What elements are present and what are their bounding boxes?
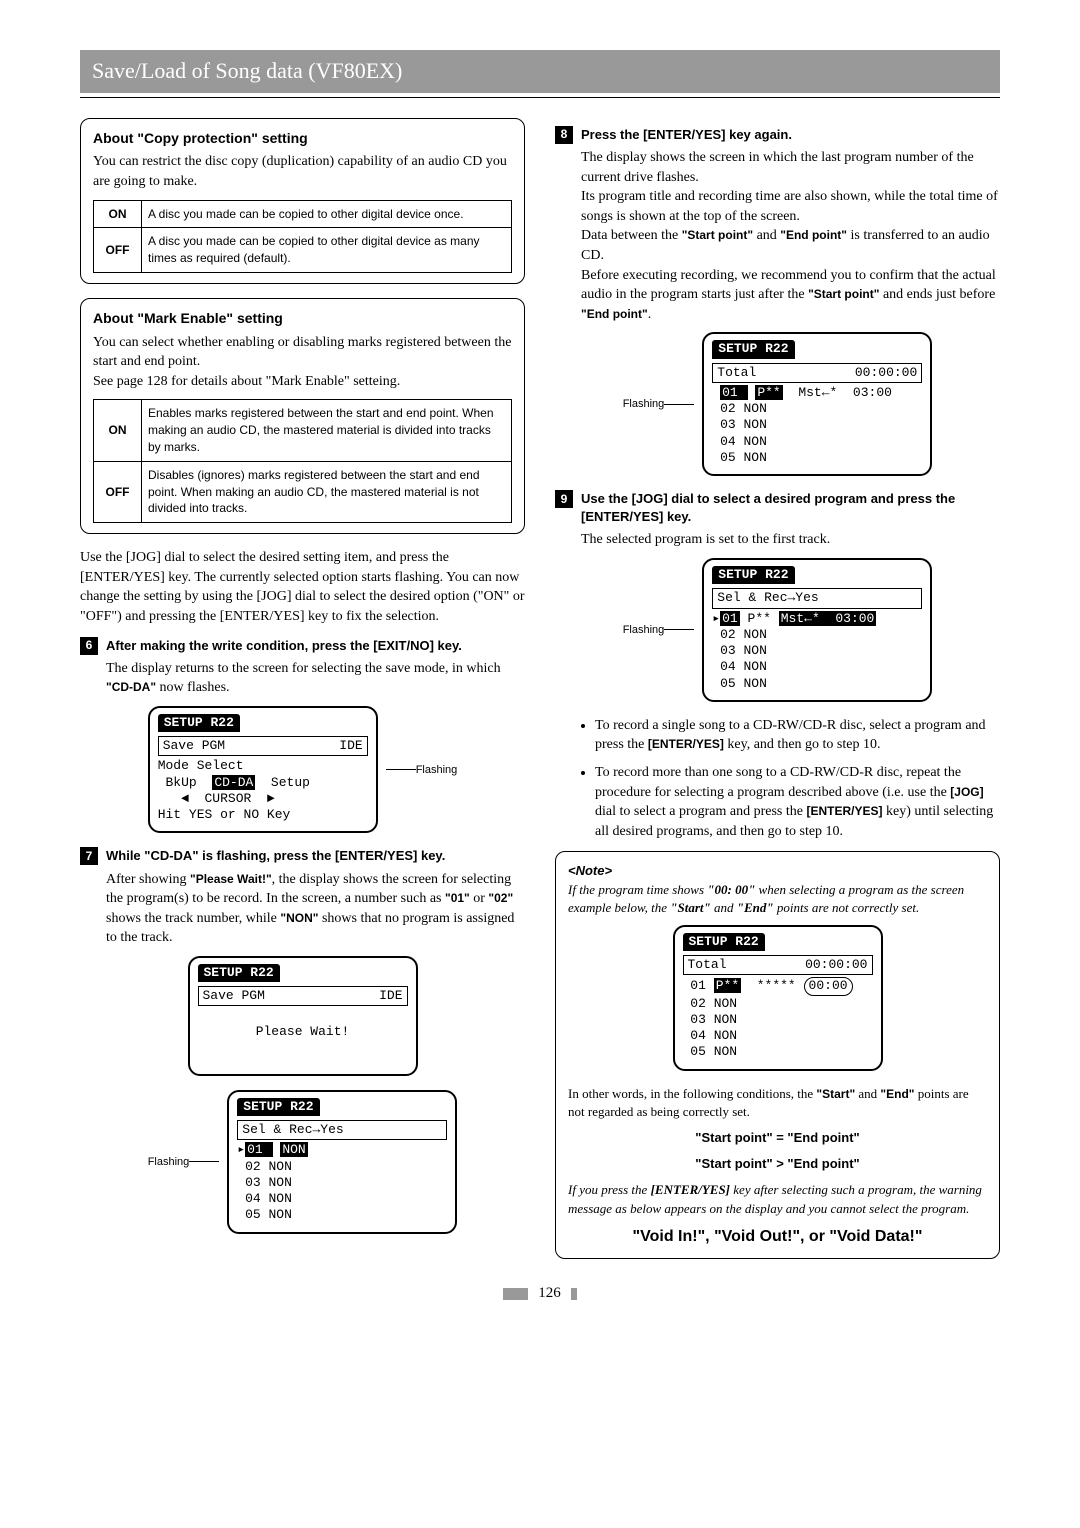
- copy-table: ON A disc you made can be copied to othe…: [93, 200, 512, 273]
- step-num-icon: 9: [555, 490, 573, 508]
- step9-title: Use the [JOG] dial to select a desired p…: [581, 490, 1000, 526]
- footer-bar-icon: [503, 1288, 528, 1300]
- copy-intro: You can restrict the disc copy (duplicat…: [93, 152, 512, 191]
- step7-body: After showing "Please Wait!", the displa…: [106, 870, 525, 948]
- lcd-screen: SETUP R22 Total00:00:00 01 P** Mst←* 03:…: [702, 332, 932, 476]
- step6-title: After making the write condition, press …: [106, 637, 462, 655]
- step-9: 9 Use the [JOG] dial to select a desired…: [555, 490, 1000, 526]
- left-column: About "Copy protection" setting You can …: [80, 118, 525, 1259]
- on-label: ON: [94, 200, 142, 228]
- on-desc: Enables marks registered between the sta…: [142, 400, 512, 461]
- note-p1: If the program time shows "00: 00" when …: [568, 881, 987, 917]
- lcd-screen: SETUP R22 Sel & Rec→Yes ▸01 P** Mst←* 03…: [702, 558, 932, 702]
- step6-body: The display returns to the screen for se…: [106, 659, 525, 698]
- lcd-screen: SETUP R22 Sel & Rec→Yes ▸01 NON 02 NON 0…: [227, 1090, 457, 1234]
- step-8: 8 Press the [ENTER/YES] key again.: [555, 126, 1000, 144]
- void-message: "Void In!", "Void Out!", or "Void Data!": [568, 1226, 987, 1248]
- step-num-icon: 6: [80, 637, 98, 655]
- note-p3: If you press the [ENTER/YES] key after s…: [568, 1181, 987, 1217]
- lcd-total: Flashing SETUP R22 Total00:00:00 01 P** …: [555, 332, 1000, 476]
- mark-title: About "Mark Enable" setting: [93, 309, 512, 329]
- section-header: Save/Load of Song data (VF80EX): [80, 50, 1000, 93]
- step8-body: The display shows the screen in which th…: [581, 148, 1000, 324]
- mark-table: ON Enables marks registered between the …: [93, 399, 512, 523]
- note-p2: In other words, in the following conditi…: [568, 1085, 987, 1121]
- right-column: 8 Press the [ENTER/YES] key again. The d…: [555, 118, 1000, 1259]
- step7-title: While "CD-DA" is flashing, press the [EN…: [106, 847, 445, 865]
- step9-body: The selected program is set to the first…: [581, 530, 1000, 550]
- two-column-layout: About "Copy protection" setting You can …: [80, 118, 1000, 1259]
- step-num-icon: 8: [555, 126, 573, 144]
- on-desc: A disc you made can be copied to other d…: [142, 200, 512, 228]
- step-num-icon: 7: [80, 847, 98, 865]
- lcd-screen: SETUP R22 Save PGMIDE Please Wait!: [188, 956, 418, 1076]
- flashing-annotation: Flashing: [148, 1152, 220, 1172]
- header-rule: [80, 97, 1000, 98]
- note-box: <Note> If the program time shows "00: 00…: [555, 851, 1000, 1259]
- flashing-annotation: Flashing: [386, 760, 458, 780]
- lcd-please-wait: SETUP R22 Save PGMIDE Please Wait!: [80, 956, 525, 1076]
- off-desc: Disables (ignores) marks registered betw…: [142, 461, 512, 522]
- lcd-sel-rec: Flashing SETUP R22 Sel & Rec→Yes ▸01 NON…: [80, 1090, 525, 1234]
- lcd-screen: SETUP R22 Total00:00:00 01 P** ***** 00:…: [673, 925, 883, 1071]
- flashing-annotation: Flashing: [623, 394, 695, 414]
- lcd-mode-select: SETUP R22 Save PGMIDE Mode Select BkUp C…: [80, 706, 525, 834]
- off-label: OFF: [94, 461, 142, 522]
- list-item: To record a single song to a CD-RW/CD-R …: [595, 716, 1000, 755]
- please-wait-text: Please Wait!: [198, 1008, 408, 1056]
- lcd-note: SETUP R22 Total00:00:00 01 P** ***** 00:…: [568, 925, 987, 1071]
- page-footer: 126: [80, 1283, 1000, 1304]
- step-7: 7 While "CD-DA" is flashing, press the […: [80, 847, 525, 865]
- mark-intro1: You can select whether enabling or disab…: [93, 333, 512, 372]
- note-eq1: "Start point" = "End point": [568, 1129, 987, 1147]
- lcd-screen: SETUP R22 Save PGMIDE Mode Select BkUp C…: [148, 706, 378, 834]
- bullet-list: To record a single song to a CD-RW/CD-R …: [595, 716, 1000, 842]
- copy-title: About "Copy protection" setting: [93, 129, 512, 149]
- off-label: OFF: [94, 228, 142, 273]
- lcd-sel-rec-2: Flashing SETUP R22 Sel & Rec→Yes ▸01 P**…: [555, 558, 1000, 702]
- on-label: ON: [94, 400, 142, 461]
- table-row: OFF A disc you made can be copied to oth…: [94, 228, 512, 273]
- table-row: OFF Disables (ignores) marks registered …: [94, 461, 512, 522]
- table-row: ON Enables marks registered between the …: [94, 400, 512, 461]
- footer-bar-icon: [571, 1288, 577, 1300]
- step8-title: Press the [ENTER/YES] key again.: [581, 126, 792, 144]
- note-heading: <Note>: [568, 862, 987, 880]
- mark-intro2: See page 128 for details about "Mark Ena…: [93, 372, 512, 392]
- body-jog: Use the [JOG] dial to select the desired…: [80, 548, 525, 626]
- mark-enable-box: About "Mark Enable" setting You can sele…: [80, 298, 525, 534]
- copy-protection-box: About "Copy protection" setting You can …: [80, 118, 525, 284]
- note-eq2: "Start point" > "End point": [568, 1155, 987, 1173]
- list-item: To record more than one song to a CD-RW/…: [595, 763, 1000, 841]
- step-6: 6 After making the write condition, pres…: [80, 637, 525, 655]
- flashing-annotation: Flashing: [623, 620, 695, 640]
- table-row: ON A disc you made can be copied to othe…: [94, 200, 512, 228]
- off-desc: A disc you made can be copied to other d…: [142, 228, 512, 273]
- page-number: 126: [538, 1283, 561, 1304]
